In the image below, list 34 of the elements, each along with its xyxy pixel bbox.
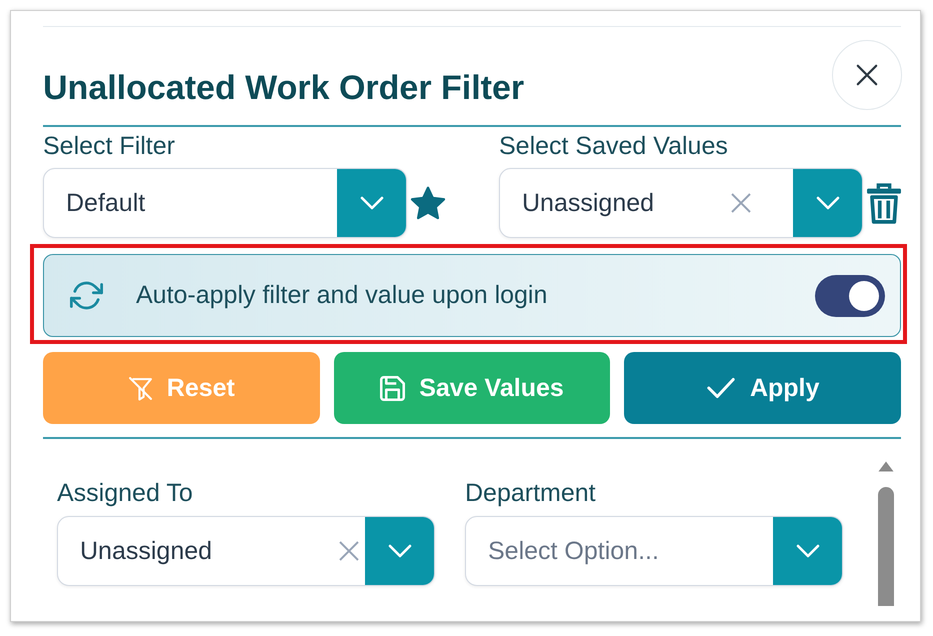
select-field[interactable]: Unassigned [499, 168, 863, 238]
dialog-title: Unallocated Work Order Filter [43, 68, 524, 108]
select-field[interactable]: Unassigned [57, 516, 435, 586]
trash-icon[interactable] [867, 182, 901, 224]
scrollbar-thumb[interactable] [878, 487, 894, 606]
close-icon [856, 64, 878, 86]
filter-off-icon [128, 376, 153, 400]
chevron-down-icon [360, 196, 384, 210]
chevron-down-icon [388, 544, 412, 558]
clear-icon[interactable] [731, 193, 751, 213]
field-label: Select Filter [43, 131, 176, 161]
select-input[interactable]: Unassigned [58, 531, 339, 571]
dropdown-button[interactable] [773, 517, 842, 585]
dropdown-button[interactable] [337, 169, 406, 237]
field-label: Assigned To [57, 478, 194, 508]
select-input[interactable]: Default [44, 183, 337, 223]
clear-icon[interactable] [339, 541, 359, 561]
auto-apply-label: Auto-apply filter and value upon login [136, 281, 548, 310]
star-icon[interactable] [410, 186, 446, 220]
toggle-switch[interactable] [815, 274, 885, 316]
dropdown-button[interactable] [365, 517, 434, 585]
field-label: Department [465, 478, 597, 508]
scroll-up-icon[interactable] [878, 461, 894, 472]
chevron-down-icon [796, 544, 820, 558]
dropdown-button[interactable] [793, 169, 862, 237]
select-input[interactable]: Unassigned [500, 183, 731, 223]
check-icon [706, 377, 736, 399]
chevron-down-icon [816, 196, 840, 210]
select-input[interactable]: Select Option... [466, 531, 773, 571]
select-field[interactable]: Default [43, 168, 407, 238]
action-button[interactable]: Apply [624, 352, 902, 424]
refresh-icon [70, 279, 103, 312]
select-field[interactable]: Select Option... [465, 516, 843, 586]
field-label: Select Saved Values [499, 131, 729, 161]
